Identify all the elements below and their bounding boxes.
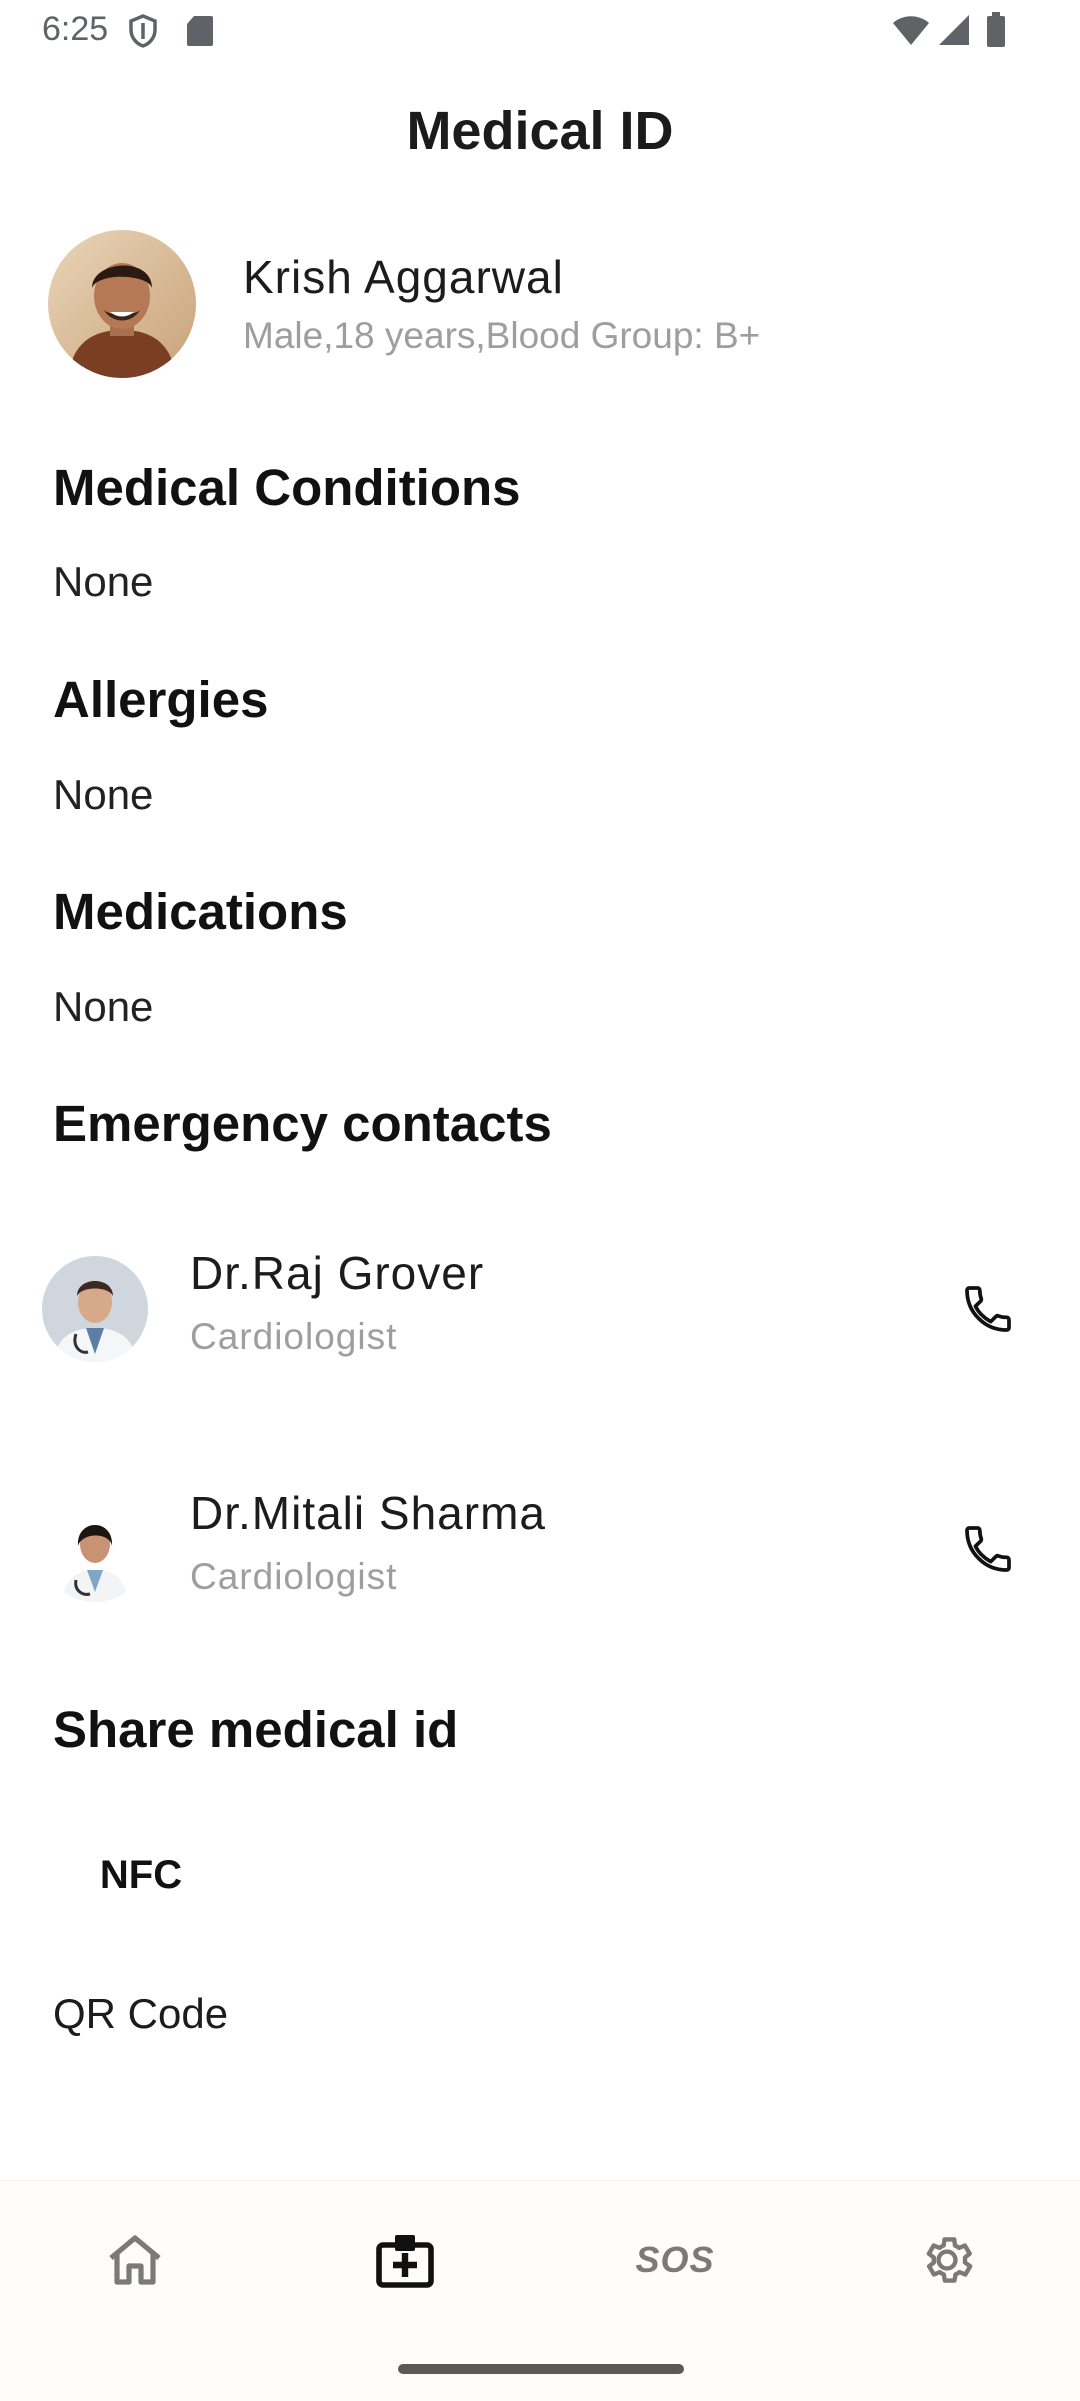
nav-sos[interactable]: SOS: [620, 2215, 730, 2305]
nav-medical-id[interactable]: [350, 2215, 460, 2305]
profile-name: Krish Aggarwal: [243, 251, 564, 303]
nfc-button[interactable]: NFC: [66, 1835, 216, 1915]
gear-icon: [926, 2237, 973, 2283]
page-title: Medical ID: [406, 101, 674, 161]
nav-settings[interactable]: [892, 2215, 1002, 2305]
qr-code-option[interactable]: QR Code: [53, 1990, 228, 2038]
shield-icon: [129, 14, 157, 48]
battery-icon: [987, 12, 1005, 47]
profile-details: Male,18 years,Blood Group: B+: [243, 315, 761, 356]
wifi-icon: [893, 16, 929, 45]
sd-card-icon: [187, 16, 213, 46]
cellular-signal-icon: [939, 15, 969, 45]
contact-role: Cardiologist: [190, 1556, 398, 1597]
allergies-value: None: [53, 771, 154, 818]
medical-conditions-value: None: [53, 558, 154, 605]
medications-value: None: [53, 983, 154, 1030]
home-indicator[interactable]: [398, 2364, 684, 2374]
profile-avatar: [48, 230, 196, 378]
medications-heading: Medications: [53, 883, 348, 940]
phone-icon: [965, 1286, 1011, 1332]
contact-avatar: [42, 1496, 148, 1602]
call-button[interactable]: [950, 1271, 1026, 1347]
contact-role: Cardiologist: [190, 1316, 398, 1357]
status-time: 6:25: [42, 10, 109, 48]
medical-id-icon: [376, 2235, 434, 2288]
allergies-heading: Allergies: [53, 671, 269, 728]
sos-icon: SOS: [635, 2239, 715, 2280]
home-icon: [109, 2235, 161, 2285]
medical-conditions-heading: Medical Conditions: [53, 459, 521, 516]
share-medical-id-heading: Share medical id: [53, 1701, 459, 1758]
call-button[interactable]: [950, 1511, 1026, 1587]
phone-icon: [965, 1526, 1011, 1572]
contact-name: Dr.Mitali Sharma: [190, 1487, 546, 1539]
contact-name: Dr.Raj Grover: [190, 1247, 485, 1299]
emergency-contacts-heading: Emergency contacts: [53, 1095, 552, 1152]
nav-home[interactable]: [80, 2215, 190, 2305]
contact-avatar: [42, 1256, 148, 1362]
